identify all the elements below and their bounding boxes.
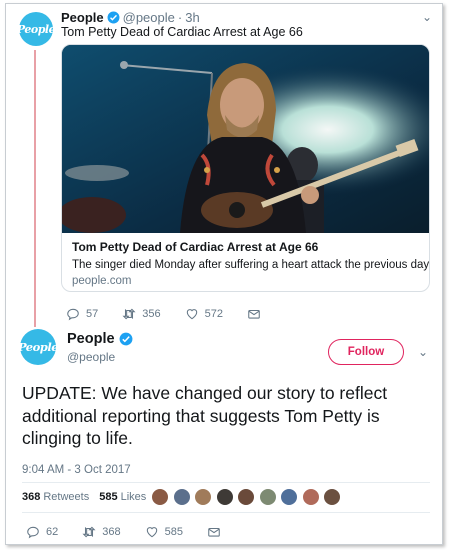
like-button[interactable]: 572 [185, 307, 223, 321]
heart-icon [146, 527, 157, 538]
link-card[interactable]: Tom Petty Dead of Cardiac Arrest at Age … [61, 44, 430, 292]
retweet-icon [82, 526, 96, 538]
retweet-count: 356 [142, 308, 161, 320]
timestamp[interactable]: 3h [185, 10, 199, 25]
retweet-icon [122, 308, 136, 320]
retweet-button[interactable]: 368 [82, 525, 121, 539]
liker-avatar[interactable] [301, 488, 320, 506]
divider [22, 482, 430, 483]
liker-avatar[interactable] [172, 488, 191, 506]
tweet-text: Tom Petty Dead of Cardiac Arrest at Age … [61, 25, 303, 39]
divider [22, 512, 430, 513]
message-button[interactable] [247, 307, 267, 321]
like-total: 585 [99, 491, 118, 503]
reply-count: 57 [86, 308, 99, 320]
envelope-icon [248, 309, 260, 319]
display-name[interactable]: People [61, 10, 104, 25]
separator-dot: · [177, 10, 183, 25]
reply-button[interactable]: 62 [26, 525, 58, 539]
retweets-stat[interactable]: 368 Retweets [22, 491, 89, 503]
tweet-text: UPDATE: We have changed our story to ref… [22, 383, 388, 448]
tweet-actions: 62 368 585 [26, 525, 251, 539]
engagement-stats: 368 Retweets 585 Likes [22, 491, 156, 503]
tweet-actions: 57 356 572 [66, 307, 291, 321]
card-domain: people.com [72, 275, 132, 287]
avatar[interactable]: People [17, 12, 56, 46]
like-button[interactable]: 585 [145, 525, 183, 539]
liker-avatar[interactable] [151, 488, 169, 506]
display-name[interactable]: People [67, 331, 115, 347]
likes-stat[interactable]: 585 Likes [99, 491, 146, 503]
liker-avatar[interactable] [323, 488, 341, 506]
card-image [62, 45, 429, 233]
retweet-button[interactable]: 356 [122, 307, 161, 321]
follow-button[interactable]: Follow [328, 339, 404, 365]
chevron-down-icon[interactable]: ⌄ [418, 345, 428, 359]
reply-button[interactable]: 57 [66, 307, 98, 321]
retweets-label: Retweets [43, 491, 90, 503]
display-name-row: People [67, 331, 136, 347]
chevron-down-icon[interactable]: ⌄ [422, 10, 432, 24]
tweet-header: People @people · 3h [61, 10, 200, 25]
reply-icon [27, 526, 39, 539]
reply-icon [67, 308, 79, 321]
liker-avatar[interactable] [215, 488, 234, 506]
likes-label: Likes [120, 491, 147, 503]
card-body: Tom Petty Dead of Cardiac Arrest at Age … [62, 233, 430, 291]
envelope-icon [208, 527, 220, 537]
card-description: The singer died Monday after suffering a… [72, 259, 430, 271]
retweet-count: 368 [102, 526, 121, 538]
like-count: 585 [164, 526, 183, 538]
timestamp[interactable]: 9:04 AM - 3 Oct 2017 [22, 464, 131, 476]
liker-avatar[interactable] [237, 488, 255, 506]
liker-avatar[interactable] [280, 488, 298, 506]
liker-avatar[interactable] [258, 488, 277, 506]
avatar[interactable]: People [18, 329, 59, 365]
liker-avatar[interactable] [194, 488, 212, 506]
liker-avatars [151, 488, 345, 506]
tweet-thread: People People @people · 3h ⌄ Tom Petty D… [5, 3, 443, 545]
heart-icon [186, 309, 197, 320]
handle[interactable]: @people [67, 350, 115, 364]
handle[interactable]: @people [123, 10, 175, 25]
like-count: 572 [204, 308, 223, 320]
concert-photo [62, 45, 429, 233]
verified-badge-icon [107, 11, 120, 24]
verified-badge-icon [119, 332, 132, 346]
retweet-total: 368 [22, 491, 41, 503]
card-title[interactable]: Tom Petty Dead of Cardiac Arrest at Age … [72, 240, 419, 254]
message-button[interactable] [207, 525, 227, 539]
thread-connector-line [34, 50, 36, 327]
reply-count: 62 [46, 526, 59, 538]
